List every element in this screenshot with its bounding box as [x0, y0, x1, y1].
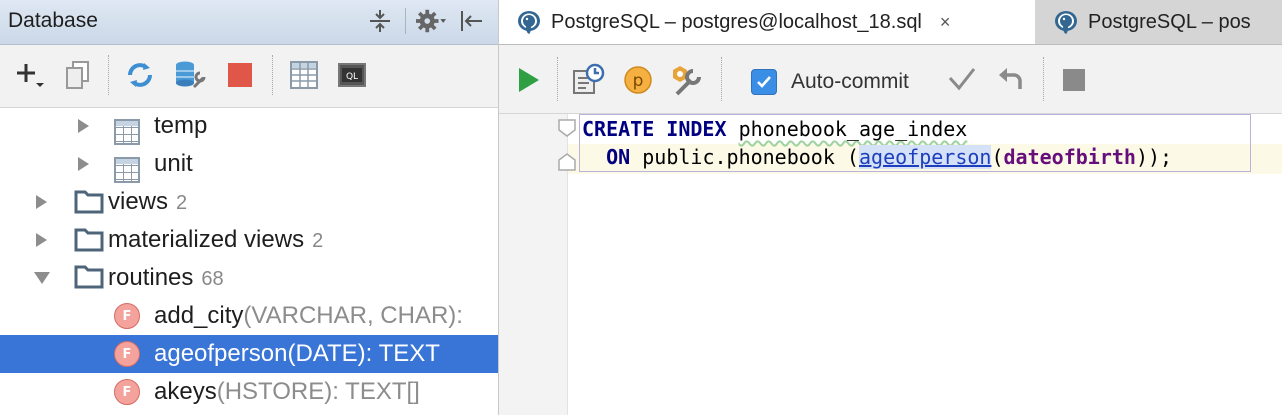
tab-postgres-localhost-18[interactable]: PostgreSQL – postgres@localhost_18.sql ×	[499, 0, 1035, 44]
keyword: INDEX	[666, 117, 727, 141]
item-count: 2	[312, 230, 324, 252]
svg-text:QL: QL	[346, 72, 358, 82]
table-icon	[114, 119, 140, 145]
add-plus-icon[interactable]	[14, 59, 46, 91]
routine-signature: (HSTORE): TEXT[]	[216, 378, 420, 405]
routine-name: akeys	[154, 378, 217, 405]
keyword: CREATE	[582, 117, 655, 141]
editor-tab-bar: PostgreSQL – postgres@localhost_18.sql ×…	[499, 0, 1282, 45]
code-line-1: CREATE INDEX phonebook_age_index	[582, 117, 967, 141]
routine-name: add_city	[154, 302, 244, 329]
sql-statement-block[interactable]: CREATE INDEX phonebook_age_index ON publ…	[579, 114, 1251, 172]
expand-arrow-icon[interactable]	[36, 233, 47, 247]
tab-label: PostgreSQL – pos	[1088, 10, 1251, 33]
tree-item-unit[interactable]: unit	[0, 145, 498, 183]
tree-item-temp[interactable]: temp	[0, 107, 498, 145]
code-line-2: ON public.phonebook (ageofperson(dateofb…	[582, 145, 1172, 169]
sql-editor-pane: PostgreSQL – postgres@localhost_18.sql ×…	[499, 0, 1282, 415]
panel-title: Database	[8, 9, 98, 32]
collapse-arrow-icon[interactable]	[34, 272, 50, 284]
parameters-icon[interactable]: p	[621, 63, 655, 97]
autocommit-checkbox[interactable]	[751, 69, 777, 95]
editor-toolbar: p Auto-commit	[499, 45, 1282, 114]
panel-header: Database	[0, 0, 498, 45]
parameter-name: dateofbirth	[1003, 145, 1136, 169]
stop-icon[interactable]	[224, 59, 256, 91]
autocommit-label: Auto-commit	[791, 70, 909, 93]
duplicate-icon[interactable]	[62, 59, 94, 91]
index-name: phonebook_age_index	[738, 117, 968, 141]
tree-item-label: views	[108, 188, 169, 215]
commit-check-icon[interactable]	[945, 63, 979, 97]
rollback-undo-icon[interactable]	[993, 63, 1027, 97]
cancel-stop-icon[interactable]	[1057, 63, 1091, 97]
routine-signature: (VARCHAR, CHAR):	[243, 302, 463, 329]
routine-signature: (DATE): TEXT	[287, 340, 440, 367]
folder-icon	[74, 189, 104, 219]
open-paren: (	[991, 145, 1004, 169]
table-reference: public.phonebook (	[642, 145, 859, 169]
table-icon	[114, 157, 140, 183]
function-icon: F	[114, 379, 140, 405]
expand-arrow-icon[interactable]	[78, 119, 89, 133]
routine-name: ageofperson	[154, 340, 288, 367]
function-icon: F	[114, 341, 140, 367]
folder-icon	[74, 264, 104, 294]
database-toolbar: QL	[0, 45, 498, 108]
close-paren: ));	[1135, 145, 1173, 169]
tree-item-views[interactable]: views 2	[0, 183, 498, 221]
keyword: ON	[606, 145, 631, 169]
postgresql-elephant-icon	[1055, 11, 1077, 34]
param-badge-text: p	[633, 71, 644, 91]
execution-plan-icon[interactable]	[571, 63, 605, 97]
autocommit-toggle[interactable]: Auto-commit	[751, 69, 909, 95]
function-reference-link[interactable]: ageofperson	[858, 145, 992, 169]
settings-gear-icon[interactable]	[416, 6, 446, 36]
close-tab-icon[interactable]: ×	[940, 12, 951, 33]
database-panel: Database QL temp unit views 2 materializ…	[0, 0, 499, 415]
run-play-icon[interactable]	[511, 63, 545, 97]
tree-item-label: materialized views	[108, 226, 305, 253]
refresh-icon[interactable]	[124, 59, 156, 91]
tree-item-routine[interactable]: F add_city(VARCHAR, CHAR):	[0, 297, 498, 335]
settings-wrench-icon[interactable]	[671, 63, 705, 97]
expand-arrow-icon[interactable]	[78, 157, 89, 171]
tab-postgres-second[interactable]: PostgreSQL – pos	[1036, 0, 1282, 44]
function-icon: F	[114, 303, 140, 329]
sql-console-icon[interactable]: QL	[336, 59, 368, 91]
tree-item-routine[interactable]: F akeys(HSTORE): TEXT[]	[0, 373, 498, 411]
tree-item-routine-selected[interactable]: F ageofperson(DATE): TEXT	[0, 335, 498, 373]
tree-item-label: unit	[154, 150, 193, 177]
table-editor-icon[interactable]	[288, 59, 320, 91]
tab-label: PostgreSQL – postgres@localhost_18.sql	[551, 10, 922, 33]
tree-item-routines[interactable]: routines 68	[0, 259, 498, 297]
fold-marker-icon[interactable]	[557, 118, 577, 172]
hide-panel-icon[interactable]	[456, 6, 486, 36]
postgresql-elephant-icon	[518, 11, 540, 34]
tree-item-label: temp	[154, 112, 208, 139]
collapse-all-icon[interactable]	[365, 6, 395, 36]
folder-icon	[74, 227, 104, 257]
item-count: 2	[176, 192, 188, 214]
item-count: 68	[201, 268, 224, 290]
expand-arrow-icon[interactable]	[36, 195, 47, 209]
tree-item-label: routines	[108, 264, 194, 291]
data-source-properties-icon[interactable]	[174, 59, 206, 91]
tree-item-materialized-views[interactable]: materialized views 2	[0, 221, 498, 259]
editor-gutter	[499, 114, 576, 415]
